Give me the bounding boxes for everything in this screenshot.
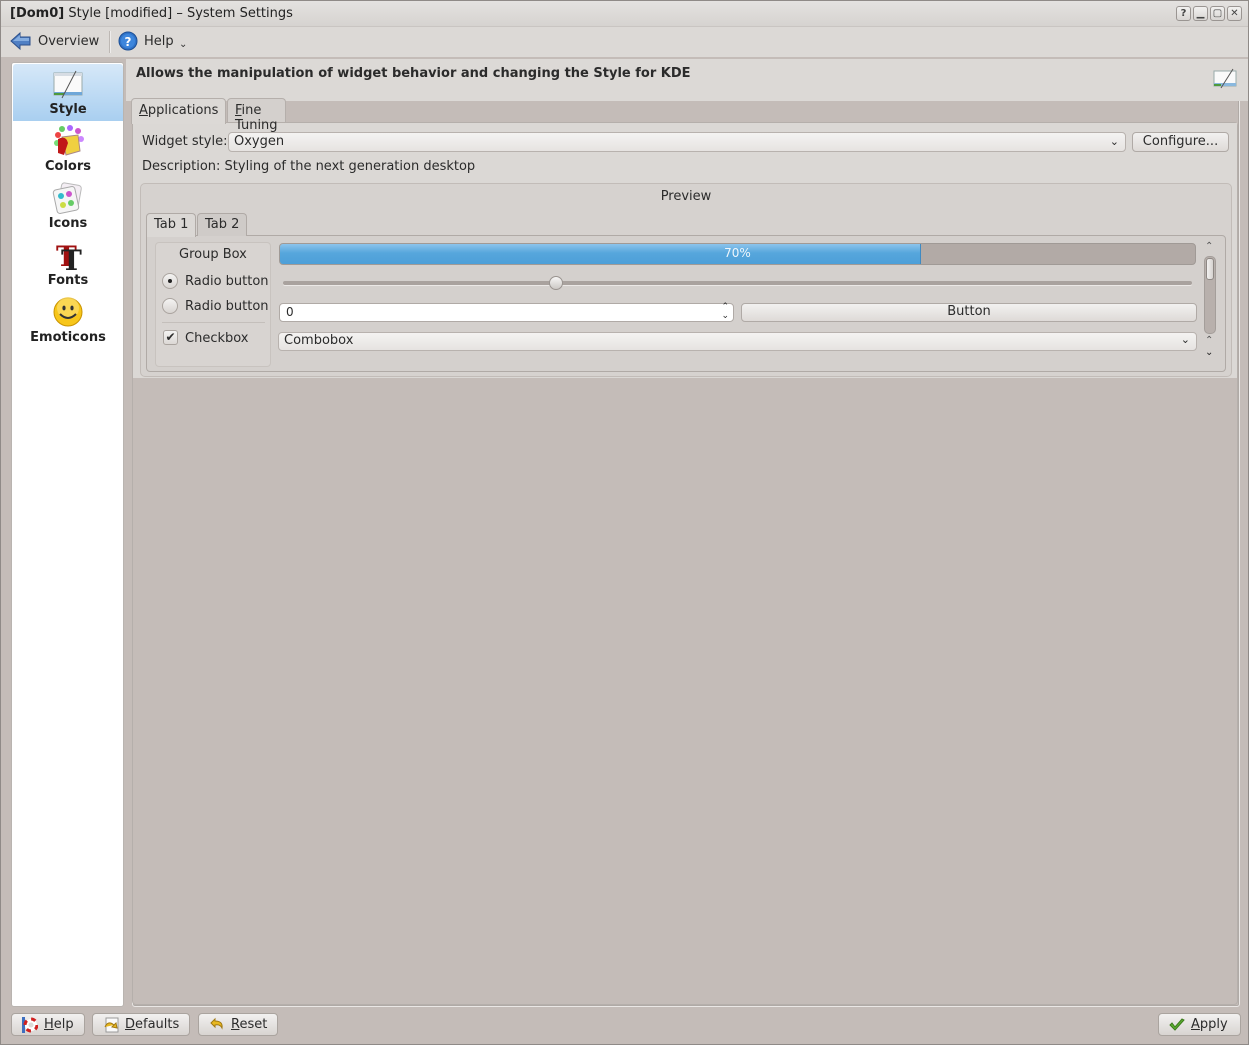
toolbar-separator [109,31,110,53]
svg-text:?: ? [125,35,132,49]
preview-progress-bar: 70% [279,243,1196,265]
group-box-title: Group Box [179,247,247,262]
apply-button[interactable]: Apply [1158,1013,1241,1036]
spinbox-value: 0 [286,305,294,319]
undo-icon [210,1017,223,1030]
defaults-button[interactable]: Defaults [92,1013,191,1036]
style-icon [53,70,83,99]
scrollbar-thumb[interactable] [1206,258,1214,280]
scroll-down-icon[interactable]: ⌄ [1205,347,1213,358]
spin-arrows-icon[interactable]: ⌃ ⌄ [721,303,729,321]
overview-label: Overview [38,33,100,49]
scroll-up-icon-2[interactable]: ⌃ [1205,335,1213,346]
colors-icon [54,125,84,156]
help-label: Help [144,33,174,49]
sidebar: Style Colors Icons TT Fonts Emoticons [11,62,124,1007]
sidebar-item-colors[interactable]: Colors [13,121,123,178]
back-arrow-icon [10,31,31,51]
preview-combobox[interactable]: Combobox ⌄ [278,332,1197,351]
defaults-icon [104,1017,119,1032]
emoticons-icon [53,297,83,327]
preview-spinbox[interactable]: 0 ⌃ ⌄ [279,303,734,322]
scrollbar-track[interactable] [1204,256,1216,334]
sidebar-item-fonts[interactable]: TT Fonts [13,235,123,292]
checkmark-icon [1169,1017,1185,1031]
context-help-button[interactable]: ? [1176,6,1191,21]
preview-slider[interactable] [283,281,1192,285]
minimize-button[interactable]: ▁ [1193,6,1208,21]
fonts-icon: TT [56,240,82,271]
progress-text: 70% [724,246,751,260]
tab-applications[interactable]: Applications [131,98,227,124]
combobox-value: Combobox [284,333,354,348]
widget-style-label: Widget style: [142,134,228,149]
slider-handle[interactable] [548,276,563,290]
title-bar[interactable]: [Dom0] Style [modified] – System Setting… [1,1,1248,27]
preview-tab-1[interactable]: Tab 1 [146,213,197,237]
preview-checkbox[interactable]: ✔ [163,330,178,345]
overview-button[interactable]: Overview [10,31,99,51]
chevron-down-icon: ⌄ [1109,135,1119,148]
lifebuoy-icon [22,1016,38,1033]
svg-text:T: T [61,244,82,271]
style-description: Description: Styling of the next generat… [142,159,476,174]
preview-button[interactable]: Button [741,303,1197,322]
preview-scrollbar[interactable]: ⌃ ⌃ ⌄ [1203,241,1218,365]
maximize-button[interactable]: ▢ [1210,6,1225,21]
style-module-icon [1213,68,1237,89]
icons-icon [52,182,82,214]
close-button[interactable]: ✕ [1227,6,1242,21]
chevron-down-icon[interactable]: ⌄ [179,39,187,50]
radio-button-2-label: Radio button [185,299,269,314]
preview-tab-2[interactable]: Tab 2 [197,213,248,236]
scroll-up-icon[interactable]: ⌃ [1205,241,1213,252]
toolbar: Overview ? Help [1,27,1248,57]
reset-button[interactable]: Reset [198,1013,279,1036]
configure-button[interactable]: Configure... [1132,132,1229,152]
sidebar-item-emoticons[interactable]: Emoticons [13,292,123,349]
preview-checkbox-label: Checkbox [185,331,249,346]
help-menu-button[interactable]: ? Help [118,31,174,51]
preview-title: Preview [660,189,712,204]
widget-style-value: Oxygen [234,134,285,149]
radio-button-2[interactable] [162,298,178,314]
chevron-down-icon: ⌄ [1180,333,1190,346]
radio-button-1[interactable] [162,273,178,289]
sidebar-item-icons[interactable]: Icons [13,178,123,235]
help-icon: ? [118,31,138,51]
widget-style-select[interactable]: Oxygen ⌄ [228,132,1126,152]
sidebar-item-style[interactable]: Style [13,64,123,121]
page-description: Allows the manipulation of widget behavi… [136,66,691,81]
window-title: [Dom0] Style [modified] – System Setting… [10,6,293,21]
system-settings-window: [Dom0] Style [modified] – System Setting… [0,0,1249,1045]
footer-help-button[interactable]: Help [11,1013,85,1036]
tab-fine-tuning[interactable]: Fine Tuning [227,98,286,133]
radio-button-1-label: Radio button [185,274,269,289]
group-separator [162,322,265,323]
